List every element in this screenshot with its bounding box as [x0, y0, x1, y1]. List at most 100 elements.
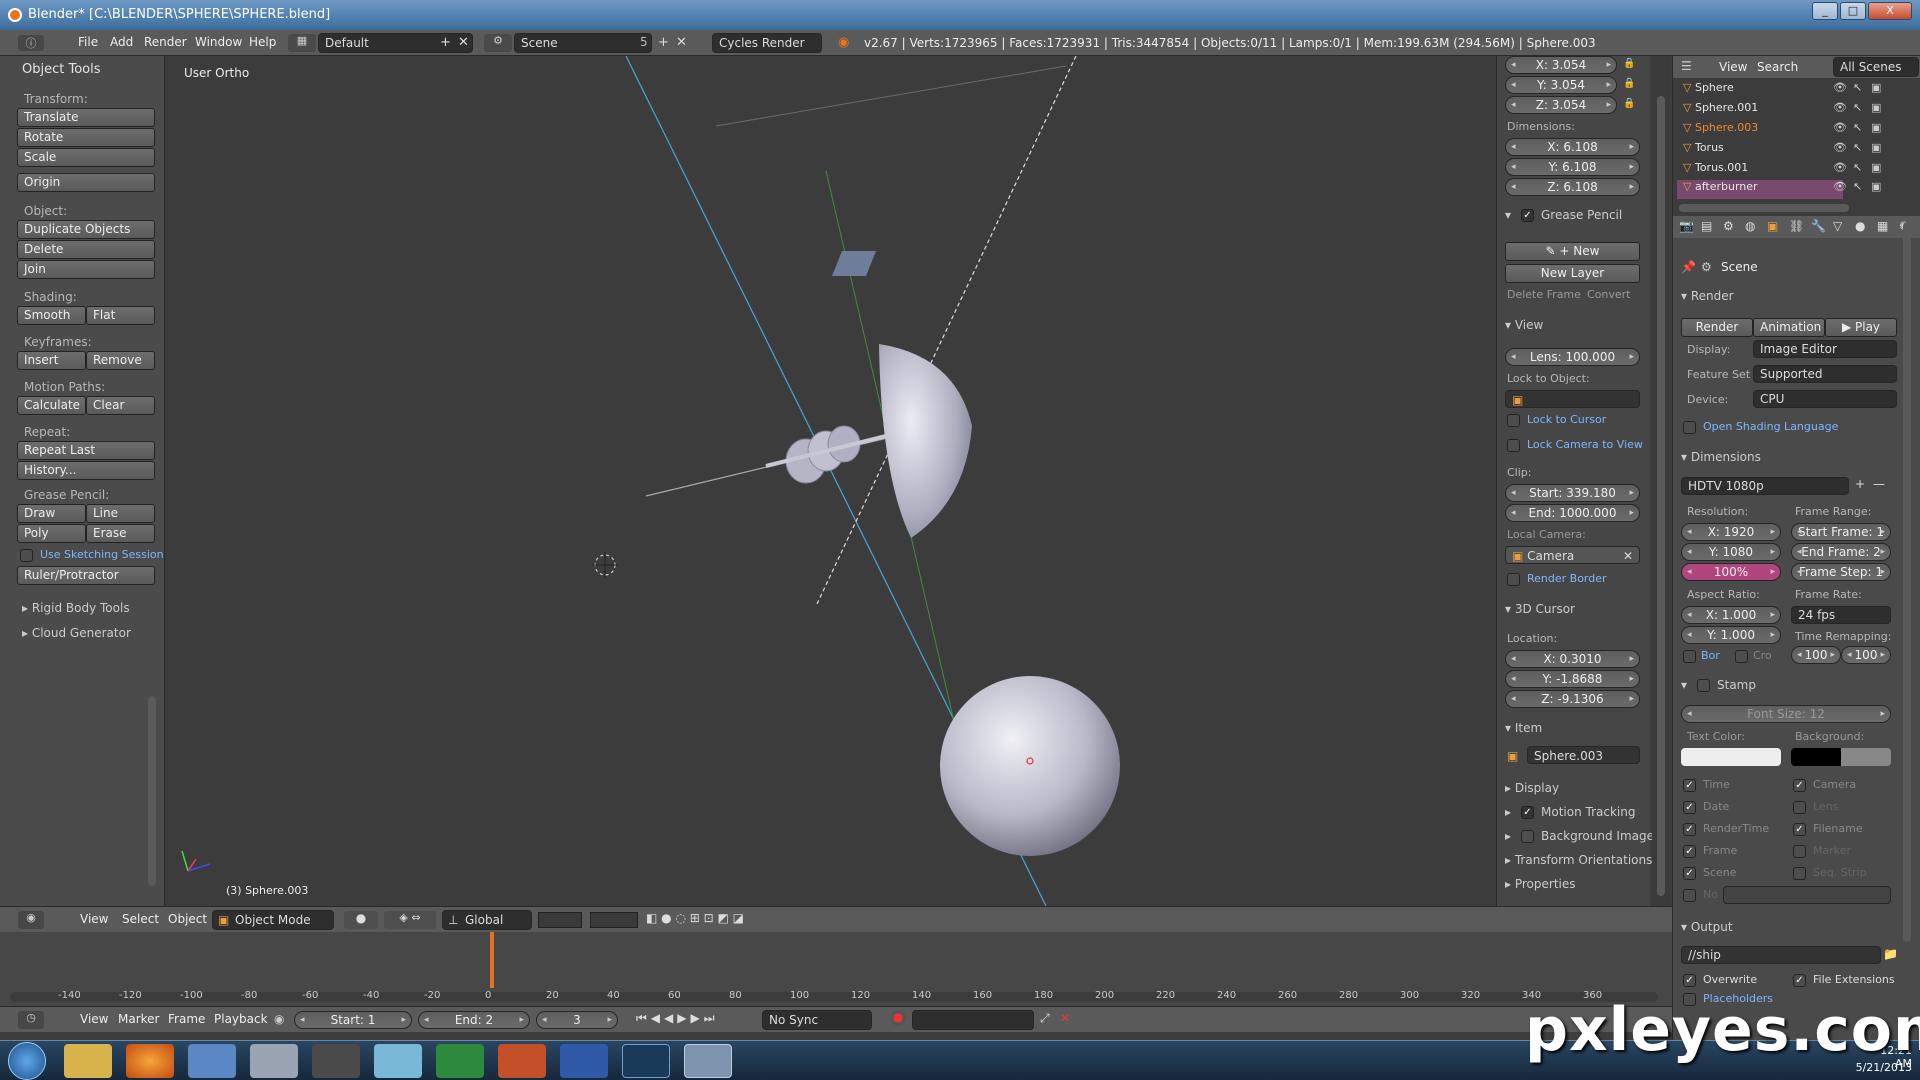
outliner-editor-icon[interactable]: ☰: [1681, 59, 1692, 73]
visibility-eye-icon[interactable]: 👁: [1833, 141, 1847, 154]
select-arrow-icon[interactable]: ↖: [1853, 81, 1862, 94]
start-button[interactable]: [8, 1042, 46, 1080]
crop-checkbox[interactable]: [1735, 650, 1748, 663]
firefox-taskbar-icon[interactable]: [126, 1044, 174, 1078]
background-images-checkbox[interactable]: [1521, 830, 1534, 843]
output-path-field[interactable]: //ship: [1681, 946, 1881, 964]
frame-step-field[interactable]: Frame Step: 1: [1791, 563, 1891, 581]
menu-help[interactable]: Help: [249, 35, 276, 49]
menu-window[interactable]: Window: [195, 35, 242, 49]
gp-poly-button[interactable]: Poly: [17, 524, 86, 543]
mode-select[interactable]: ▣ Object Mode: [212, 910, 334, 930]
scene-field[interactable]: Scene: [514, 33, 652, 53]
select-arrow-icon[interactable]: ↖: [1853, 101, 1862, 114]
timeline-frame-menu[interactable]: Frame: [168, 1012, 205, 1026]
select-arrow-icon[interactable]: ↖: [1853, 180, 1862, 193]
excel-taskbar-icon[interactable]: [436, 1044, 484, 1078]
stamp-frame-checkbox[interactable]: ✓: [1683, 845, 1696, 858]
join-button[interactable]: Join: [17, 260, 155, 279]
delete-keyframe-icon[interactable]: ✕: [1060, 1011, 1070, 1025]
stamp-rendertime-checkbox[interactable]: ✓: [1683, 823, 1696, 836]
modifiers-tab-icon[interactable]: 🔧: [1811, 219, 1826, 233]
render-camera-icon[interactable]: ▣: [1871, 161, 1881, 174]
stamp-note-checkbox[interactable]: [1683, 889, 1696, 902]
display-panel-header[interactable]: ▸ Display: [1505, 781, 1559, 795]
timeline[interactable]: -140 -120 -100 -80 -60 -40 -20 0 20 40 60 80 100 120 1…: [0, 932, 1672, 1012]
feature-set-select[interactable]: Supported: [1753, 365, 1897, 383]
local-camera-field[interactable]: ▣ Camera ✕: [1505, 546, 1640, 564]
gp-line-button[interactable]: Line: [86, 504, 155, 523]
stamp-seq-strip-checkbox[interactable]: [1793, 867, 1806, 880]
outliner-row-sphere003[interactable]: ▽ Sphere.003 👁 ↖ ▣: [1683, 121, 1913, 140]
remap-old-field[interactable]: 100: [1791, 646, 1841, 664]
scene-tab-icon[interactable]: ⚙: [1723, 219, 1734, 233]
close-button[interactable]: X: [1868, 2, 1912, 20]
outliner-row-torus[interactable]: ▽ Torus 👁 ↖ ▣: [1683, 141, 1913, 160]
pin-icon[interactable]: 📌: [1681, 260, 1696, 274]
new-layer-button[interactable]: New Layer: [1505, 264, 1640, 283]
playback-controls[interactable]: ⏮◀◀▶▶⏭: [636, 1011, 719, 1026]
calculator-taskbar-icon[interactable]: [250, 1044, 298, 1078]
rigid-body-tools-panel[interactable]: ▸ Rigid Body Tools: [22, 601, 130, 615]
folder-icon[interactable]: 📁: [1883, 947, 1898, 961]
add-screen-icon[interactable]: +: [440, 35, 451, 50]
clip-end-field[interactable]: End: 1000.000: [1505, 504, 1640, 522]
screen-layout-icon[interactable]: ▦: [288, 34, 316, 52]
translate-button[interactable]: Translate: [17, 108, 155, 127]
timeline-view-menu[interactable]: View: [80, 1012, 108, 1026]
file-extensions-checkbox[interactable]: ✓: [1793, 974, 1806, 987]
lock-to-object-field[interactable]: ▣: [1505, 390, 1640, 408]
start-frame-field[interactable]: Start Frame: 1: [1791, 523, 1891, 541]
lock-scale-z-icon[interactable]: 🔒: [1623, 98, 1635, 109]
record-button[interactable]: ●: [890, 1010, 906, 1026]
timeline-marker-menu[interactable]: Marker: [118, 1012, 159, 1026]
origin-button[interactable]: Origin: [17, 173, 155, 192]
menu-render[interactable]: Render: [144, 35, 187, 49]
view-panel-header[interactable]: ▾ View: [1505, 318, 1543, 332]
ruler-protractor-button[interactable]: Ruler/Protractor: [17, 566, 155, 585]
delete-button[interactable]: Delete: [17, 240, 155, 259]
object-tab-icon[interactable]: ▣: [1767, 219, 1778, 233]
visibility-eye-icon[interactable]: 👁: [1833, 180, 1847, 193]
visibility-eye-icon[interactable]: 👁: [1833, 101, 1847, 114]
scale-x-field[interactable]: X: 3.054: [1505, 56, 1617, 74]
visibility-eye-icon[interactable]: 👁: [1833, 121, 1847, 134]
outliner-row-torus001[interactable]: ▽ Torus.001 👁 ↖ ▣: [1683, 161, 1913, 180]
viewport-shading-icon[interactable]: ●: [344, 911, 378, 929]
scale-z-field[interactable]: Z: 3.054: [1505, 96, 1617, 114]
scale-button[interactable]: Scale: [17, 148, 155, 167]
stamp-expand-icon[interactable]: ▾: [1681, 678, 1687, 692]
flat-button[interactable]: Flat: [86, 306, 155, 325]
layer-buttons-2[interactable]: [590, 912, 638, 928]
text-color-swatch[interactable]: [1681, 748, 1781, 766]
stamp-filename-checkbox[interactable]: ✓: [1793, 823, 1806, 836]
aspect-x-field[interactable]: X: 1.000: [1681, 606, 1781, 624]
transform-orientations-panel[interactable]: ▸ Transform Orientations: [1505, 853, 1652, 867]
sketching-session-checkbox[interactable]: [20, 549, 33, 562]
scale-y-field[interactable]: Y: 3.054: [1505, 76, 1617, 94]
app-taskbar-icon[interactable]: [312, 1044, 360, 1078]
delete-scene-icon[interactable]: ✕: [676, 35, 687, 50]
3d-viewport[interactable]: User Ortho (3) Sphere.003: [166, 56, 1496, 906]
lock-to-cursor-checkbox[interactable]: [1507, 414, 1520, 427]
clip-start-field[interactable]: Start: 339.180: [1505, 484, 1640, 502]
keying-set-field[interactable]: [912, 1010, 1034, 1030]
display-select[interactable]: Image Editor: [1753, 340, 1897, 358]
insert-keyframe-icon[interactable]: ⤢: [1040, 1011, 1050, 1026]
photoshop-taskbar-icon[interactable]: [622, 1044, 670, 1078]
overwrite-checkbox[interactable]: ✓: [1683, 974, 1696, 987]
motion-tracking-checkbox[interactable]: ✓: [1521, 806, 1534, 819]
gp-new-button[interactable]: ✎ + New: [1505, 242, 1640, 261]
editor-type-icon[interactable]: ◷: [18, 1011, 44, 1029]
item-name-field[interactable]: Sphere.003: [1527, 746, 1640, 764]
maximize-button[interactable]: □: [1840, 2, 1866, 20]
cursor-z-field[interactable]: Z: -9.1306: [1505, 690, 1640, 708]
grease-pencil-checkbox[interactable]: ✓: [1521, 209, 1534, 222]
properties-scrollbar[interactable]: [1903, 222, 1911, 942]
cursor-x-field[interactable]: X: 0.3010: [1505, 650, 1640, 668]
rotate-button[interactable]: Rotate: [17, 128, 155, 147]
render-tab-icon[interactable]: 📷: [1679, 219, 1694, 233]
render-camera-icon[interactable]: ▣: [1871, 101, 1881, 114]
data-tab-icon[interactable]: ▽: [1833, 219, 1842, 233]
stamp-note-field[interactable]: [1723, 886, 1891, 904]
